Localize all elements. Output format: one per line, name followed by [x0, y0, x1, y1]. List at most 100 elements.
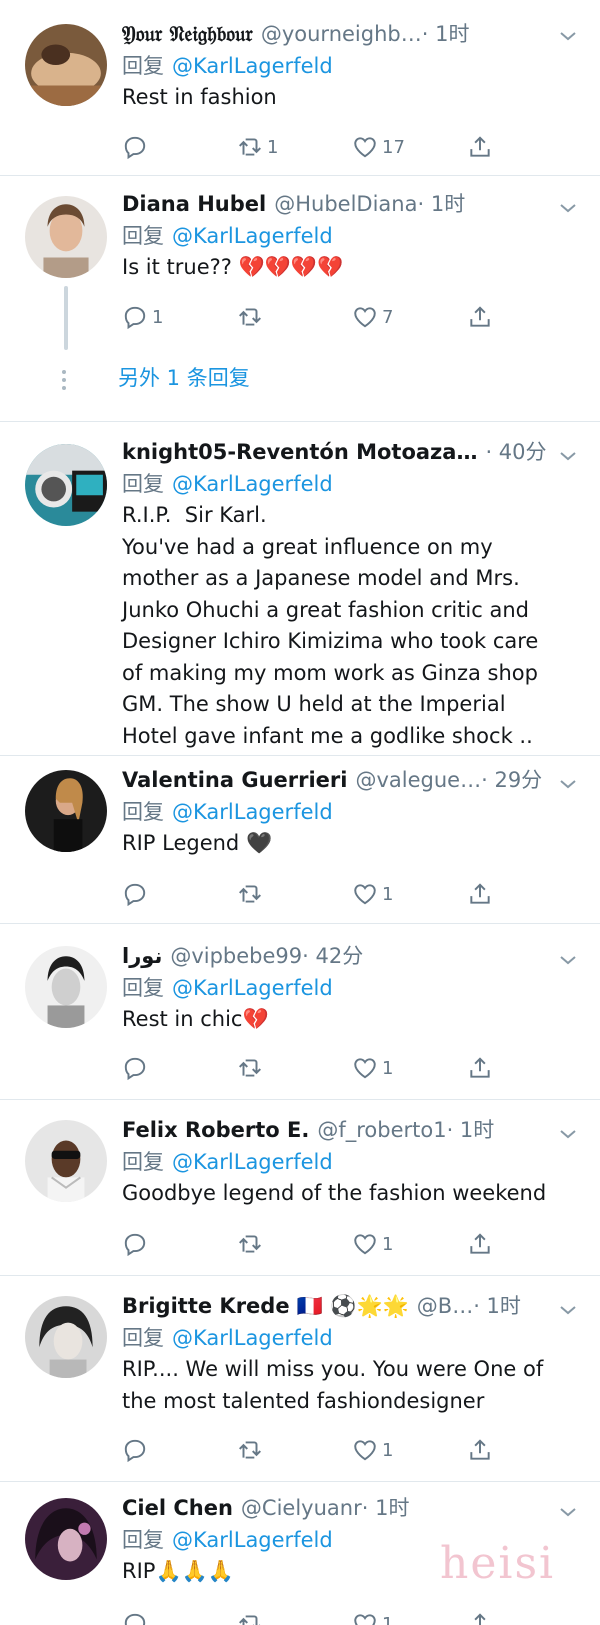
chevron-down-icon[interactable] [558, 446, 578, 466]
reply-prefix: 回复 [122, 472, 164, 496]
author-name[interactable]: نورا [122, 940, 162, 972]
thread-connector [64, 286, 68, 350]
timestamp[interactable]: · 1时 [473, 1290, 521, 1322]
avatar[interactable] [25, 1120, 107, 1202]
share-button[interactable] [467, 301, 502, 333]
tweet[interactable]: Felix Roberto E. @f_roberto1 · 1时 回复 @Kar… [0, 1100, 600, 1276]
tweet[interactable]: knight05-Reventón Motoaza… · 40分 回复 @Karl… [0, 422, 600, 756]
timestamp[interactable]: · 1时 [362, 1492, 410, 1524]
reply-button[interactable] [122, 131, 237, 163]
share-button[interactable] [467, 1608, 502, 1625]
like-button[interactable]: 17 [352, 131, 467, 163]
retweet-button[interactable] [237, 1228, 352, 1260]
mention-link[interactable]: @KarlLagerfeld [172, 1528, 333, 1552]
chevron-down-icon[interactable] [558, 950, 578, 970]
tweet-text: RIP Legend 🖤 [122, 831, 273, 855]
retweet-icon [239, 308, 261, 326]
author-name[interactable]: Brigitte Krede 🇫🇷 ⚽🌟🌟 [122, 1290, 409, 1322]
tweet[interactable]: Diana Hubel @HubelDiana · 1时 回复 @KarlLage… [0, 176, 600, 422]
chevron-down-icon[interactable] [558, 1124, 578, 1144]
retweet-button[interactable] [237, 1608, 352, 1625]
mention-link[interactable]: @KarlLagerfeld [172, 54, 333, 78]
avatar[interactable] [25, 24, 107, 106]
tweet-text: Rest in fashion [122, 85, 277, 109]
like-icon [354, 307, 376, 328]
timestamp[interactable]: · 1时 [422, 18, 470, 50]
timestamp[interactable]: · 40分 [485, 436, 546, 468]
avatar[interactable] [25, 1296, 107, 1378]
chevron-down-icon[interactable] [558, 198, 578, 218]
chevron-down-icon[interactable] [558, 1300, 578, 1320]
author-handle[interactable]: @valegue… [355, 764, 481, 796]
like-button[interactable]: 1 [352, 878, 467, 910]
show-more-replies-link[interactable]: 另外 1 条回复 [118, 362, 250, 392]
mention-link[interactable]: @KarlLagerfeld [172, 800, 333, 824]
tweet[interactable]: Valentina Guerrieri @valegue… · 29分 回复 @K… [0, 756, 600, 924]
like-button[interactable]: 7 [352, 301, 467, 333]
retweet-button[interactable] [237, 878, 352, 910]
author-name[interactable]: Diana Hubel [122, 188, 266, 220]
avatar[interactable] [25, 1498, 107, 1580]
retweet-button[interactable] [237, 1052, 352, 1084]
timestamp[interactable]: · 1时 [447, 1114, 495, 1146]
mention-link[interactable]: @KarlLagerfeld [172, 224, 333, 248]
timestamp[interactable]: · 1时 [417, 188, 465, 220]
author-handle[interactable]: @HubelDiana [274, 188, 417, 220]
like-button[interactable]: 1 [352, 1228, 467, 1260]
like-icon [354, 1058, 376, 1079]
chevron-down-icon[interactable] [558, 26, 578, 46]
reply-context: 回复 @KarlLagerfeld [122, 796, 556, 828]
mention-link[interactable]: @KarlLagerfeld [172, 1326, 333, 1350]
tweet-text: Goodbye legend of the fashion weekend [122, 1181, 547, 1205]
reply-icon [124, 883, 146, 907]
avatar[interactable] [25, 196, 107, 278]
reply-button[interactable] [122, 1052, 237, 1084]
author-name[interactable]: 𝔜𝔬𝔲𝔯 𝔑𝔢𝔦𝔤𝔥𝔟𝔬𝔲𝔯 [122, 18, 253, 50]
tweet[interactable]: 𝔜𝔬𝔲𝔯 𝔑𝔢𝔦𝔤𝔥𝔟𝔬𝔲𝔯 @yourneighb… · 1时 回复 @Karl… [0, 0, 600, 176]
share-button[interactable] [467, 878, 502, 910]
tweet[interactable]: نورا @vipbebe99 · 42分 回复 @KarlLagerfeld R… [0, 924, 600, 1100]
author-name[interactable]: Valentina Guerrieri [122, 764, 347, 796]
author-name[interactable]: Felix Roberto E. [122, 1114, 309, 1146]
retweet-icon [239, 1615, 261, 1625]
author-handle[interactable]: @f_roberto1 [317, 1114, 446, 1146]
avatar[interactable] [25, 946, 107, 1028]
author-handle[interactable]: @vipbebe99 [170, 940, 302, 972]
mention-link[interactable]: @KarlLagerfeld [172, 976, 333, 1000]
mention-link[interactable]: @KarlLagerfeld [172, 1150, 333, 1174]
reply-button[interactable] [122, 878, 237, 910]
reply-button[interactable] [122, 1228, 237, 1260]
like-icon [354, 137, 376, 158]
share-icon [470, 1439, 490, 1460]
share-button[interactable] [467, 1434, 502, 1466]
author-handle[interactable]: @B… [417, 1290, 473, 1322]
tweet[interactable]: Brigitte Krede 🇫🇷 ⚽🌟🌟 @B… · 1时 回复 @KarlLa… [0, 1276, 600, 1482]
share-button[interactable] [467, 1228, 502, 1260]
retweet-button[interactable]: 1 [237, 131, 352, 163]
reply-prefix: 回复 [122, 54, 164, 78]
avatar[interactable] [25, 770, 107, 852]
like-button[interactable]: 1 [352, 1434, 467, 1466]
author-handle[interactable]: @yourneighb… [261, 18, 422, 50]
reply-button[interactable] [122, 1608, 237, 1625]
retweet-button[interactable] [237, 1434, 352, 1466]
like-icon [354, 884, 376, 905]
author-name[interactable]: Ciel Chen [122, 1492, 233, 1524]
share-button[interactable] [467, 131, 502, 163]
like-button[interactable]: 1 [352, 1052, 467, 1084]
author-handle[interactable]: @Cielyuanr [241, 1492, 362, 1524]
retweet-button[interactable] [237, 301, 352, 333]
share-button[interactable] [467, 1052, 502, 1084]
reply-button[interactable]: 1 [122, 301, 237, 333]
like-button[interactable]: 1 [352, 1608, 467, 1625]
chevron-down-icon[interactable] [558, 1502, 578, 1522]
timestamp[interactable]: · 42分 [302, 940, 363, 972]
reply-button[interactable] [122, 1434, 237, 1466]
mention-link[interactable]: @KarlLagerfeld [172, 472, 333, 496]
reply-context: 回复 @KarlLagerfeld [122, 468, 556, 500]
timestamp[interactable]: · 29分 [481, 764, 542, 796]
chevron-down-icon[interactable] [558, 774, 578, 794]
author-name[interactable]: knight05-Reventón Motoaza… [122, 436, 477, 468]
reply-prefix: 回复 [122, 976, 164, 1000]
avatar[interactable] [25, 444, 107, 526]
